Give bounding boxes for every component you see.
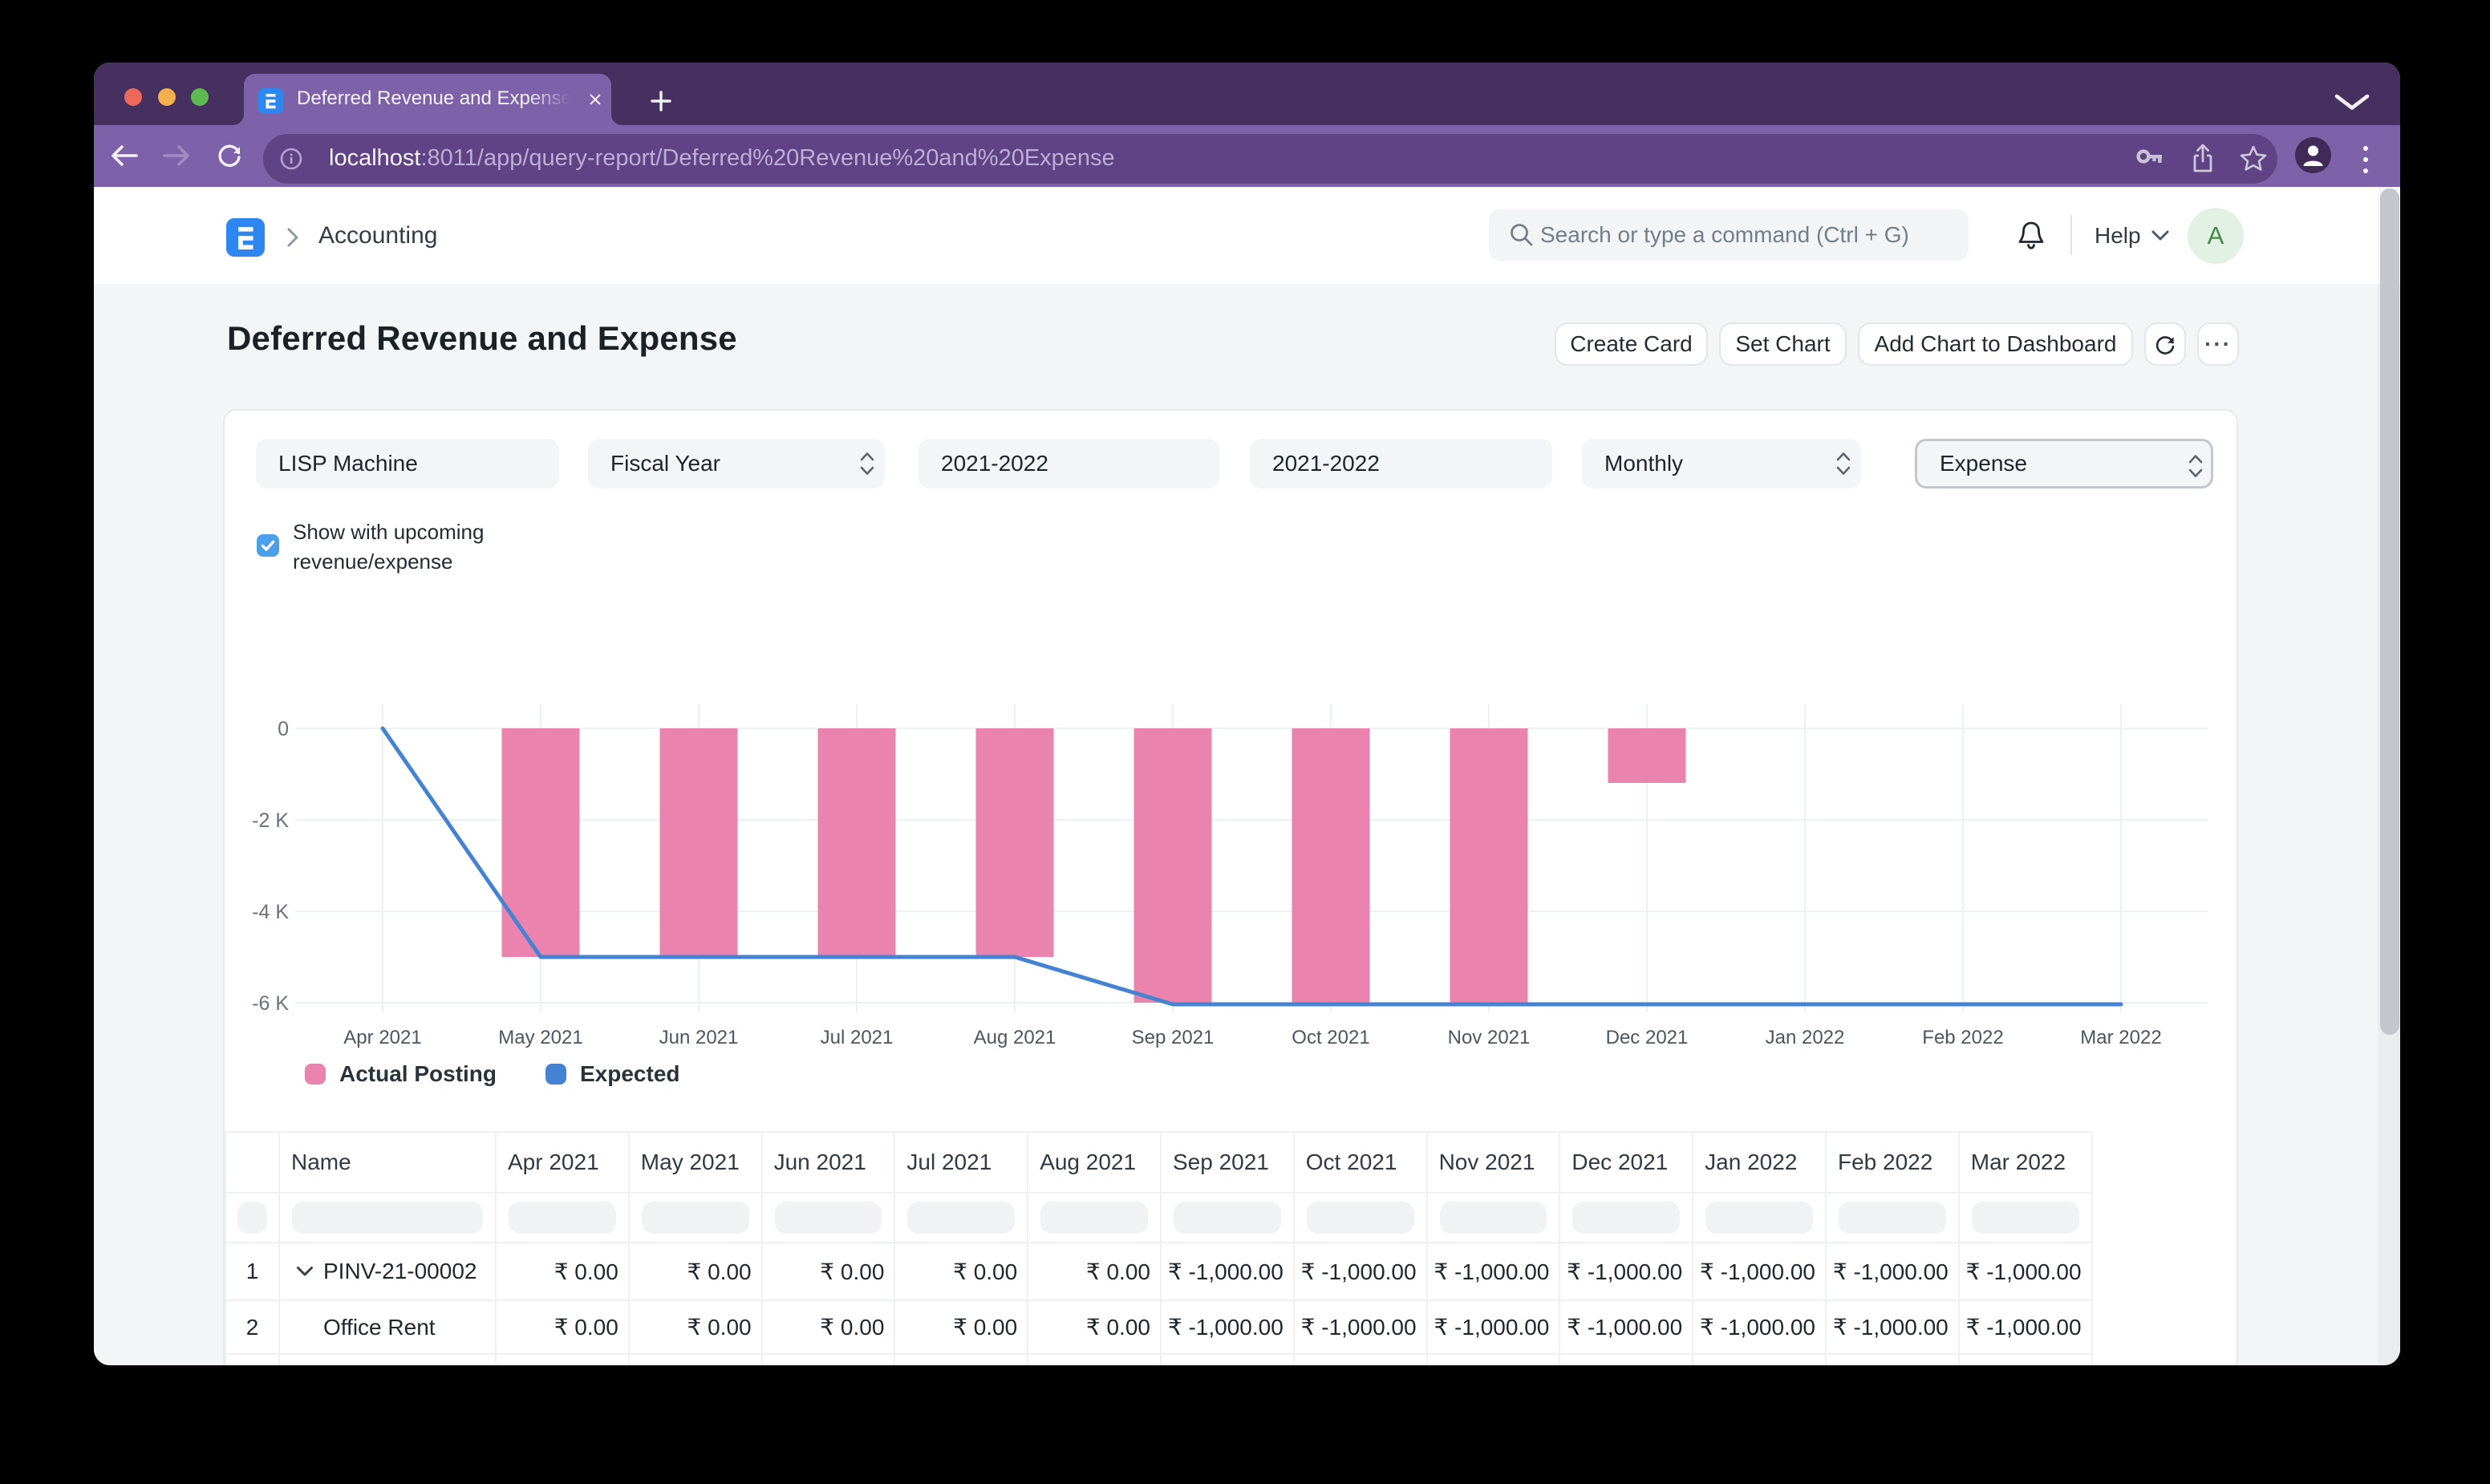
svg-text:Jul 2021: Jul 2021 <box>821 1027 894 1048</box>
svg-text:Feb 2022: Feb 2022 <box>1922 1027 2003 1048</box>
svg-text:0: 0 <box>278 718 289 740</box>
svg-text:Dec 2021: Dec 2021 <box>1606 1027 1689 1048</box>
svg-text:May 2021: May 2021 <box>498 1027 582 1048</box>
svg-text:Mar 2022: Mar 2022 <box>2080 1027 2161 1048</box>
svg-text:Aug 2021: Aug 2021 <box>974 1027 1056 1048</box>
svg-text:Nov 2021: Nov 2021 <box>1448 1027 1531 1048</box>
svg-text:Jan 2022: Jan 2022 <box>1766 1027 1845 1048</box>
svg-text:-6 K: -6 K <box>252 992 289 1015</box>
svg-text:Oct 2021: Oct 2021 <box>1292 1027 1369 1048</box>
svg-text:Jun 2021: Jun 2021 <box>659 1027 739 1048</box>
svg-text:-4 K: -4 K <box>252 901 289 923</box>
svg-text:Sep 2021: Sep 2021 <box>1132 1027 1215 1048</box>
svg-text:Actual Posting: Actual Posting <box>339 1061 497 1086</box>
svg-text:Apr 2021: Apr 2021 <box>343 1027 421 1048</box>
svg-text:Expected: Expected <box>580 1061 680 1086</box>
svg-text:-2 K: -2 K <box>252 809 289 832</box>
